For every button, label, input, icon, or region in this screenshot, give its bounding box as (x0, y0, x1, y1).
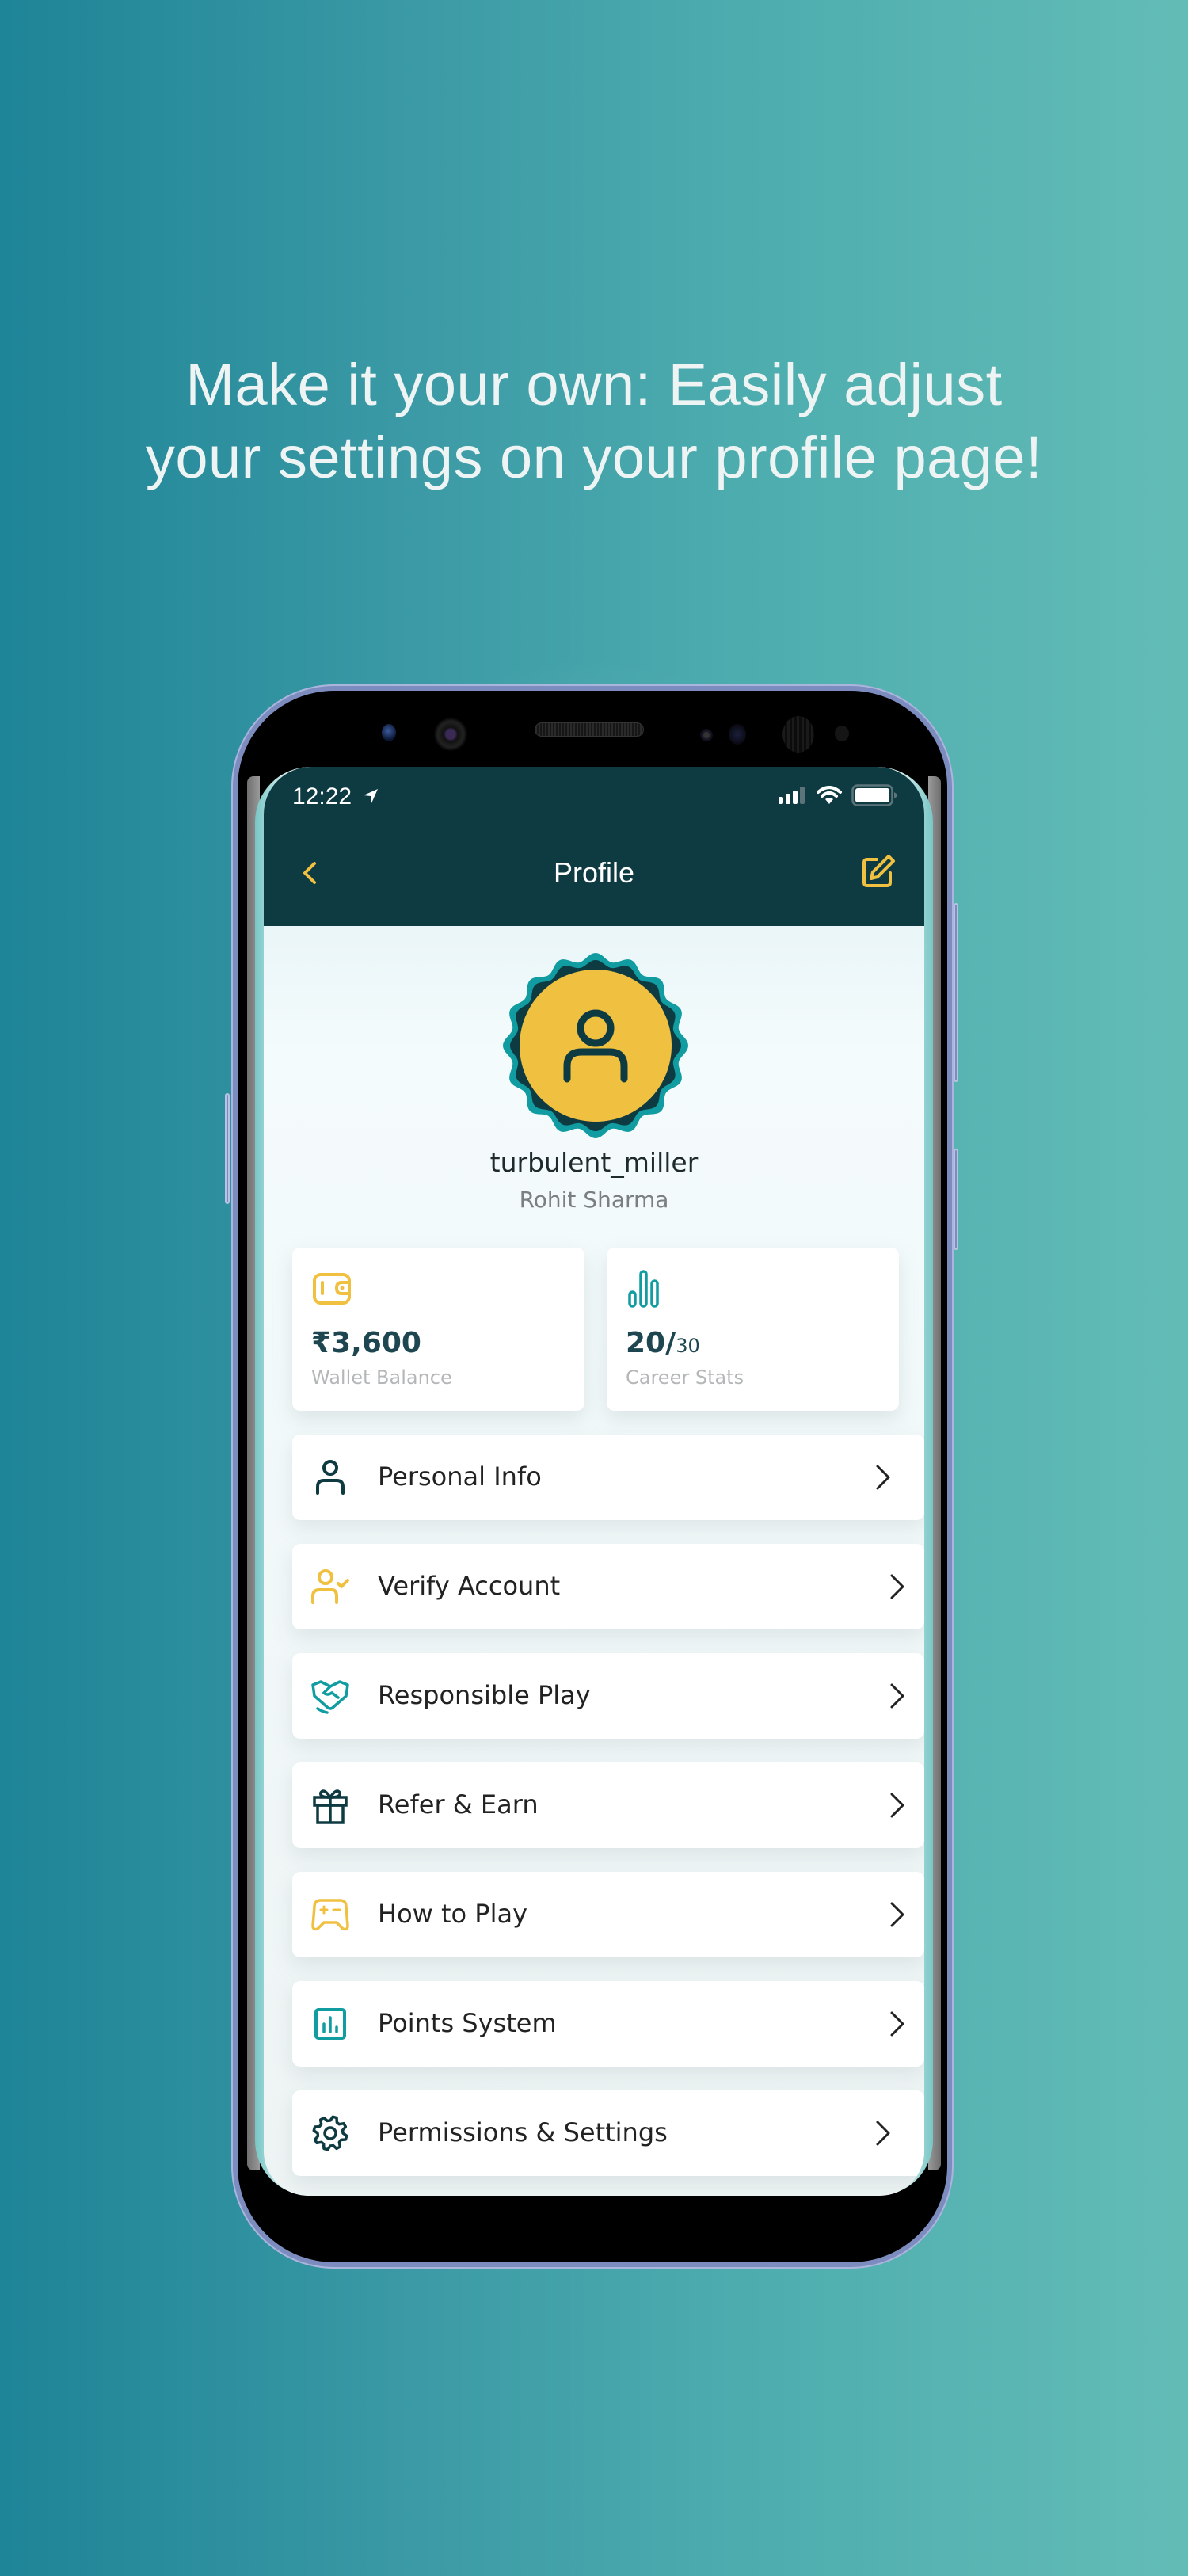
chevron-right-icon (890, 2011, 904, 2037)
chevron-right-icon (890, 1902, 904, 1927)
chevron-right-icon (890, 1793, 904, 1818)
career-stats-total: 30 (676, 1335, 700, 1357)
menu-item-how-to-play[interactable]: How to Play (292, 1872, 924, 1957)
bar-chart-icon (628, 1270, 659, 1308)
gamepad-icon (311, 1899, 349, 1931)
status-bar-icons (779, 784, 897, 806)
menu-item-refer-earn[interactable]: Refer & Earn (292, 1762, 924, 1848)
menu-label: Permissions & Settings (378, 2117, 668, 2147)
menu-label: Verify Account (378, 1571, 561, 1601)
phone-side-button (954, 903, 958, 1082)
top-app-bar: 12:22 Profile (264, 767, 924, 926)
career-stats-played: 20/ (626, 1327, 676, 1359)
headline-line-2: your settings on your profile page! (145, 425, 1043, 490)
headline-line-1: Make it your own: Easily adjust (185, 352, 1003, 417)
career-stats-card[interactable]: 20/30 Career Stats (607, 1248, 899, 1411)
sensor-icon (835, 726, 849, 741)
page-title: Profile (553, 856, 635, 889)
battery-icon (851, 784, 897, 806)
menu-item-personal-info[interactable]: Personal Info (292, 1435, 924, 1520)
status-bar-time: 12:22 (292, 781, 380, 813)
menu-label: How to Play (378, 1899, 528, 1929)
user-icon (316, 1460, 345, 1495)
career-stats-value: 20/30 (626, 1325, 700, 1364)
wallet-balance-label: Wallet Balance (311, 1366, 452, 1389)
chart-box-icon (314, 2008, 346, 2040)
sensor-icon (729, 724, 746, 745)
avatar[interactable] (501, 951, 691, 1141)
edit-profile-button[interactable] (859, 852, 897, 890)
menu-item-permissions-settings[interactable]: Permissions & Settings (292, 2090, 924, 2176)
username: turbulent_miller (489, 1147, 699, 1178)
front-camera-icon (434, 718, 467, 751)
avatar-badge (503, 953, 688, 1138)
handshake-icon (311, 1680, 349, 1714)
menu-label: Points System (378, 2008, 557, 2038)
time-text: 12:22 (292, 783, 352, 810)
menu-label: Refer & Earn (378, 1789, 539, 1820)
phone-side-button (225, 1093, 230, 1204)
chevron-right-icon (876, 2121, 890, 2146)
career-stats-label: Career Stats (626, 1366, 744, 1389)
sensor-icon (382, 724, 396, 741)
iris-scanner-icon (782, 716, 814, 753)
chevron-right-icon (876, 1465, 890, 1490)
menu-label: Responsible Play (378, 1680, 591, 1710)
location-arrow-icon (364, 789, 379, 803)
user-check-icon (311, 1569, 349, 1604)
edit-icon (862, 855, 895, 887)
menu-item-verify-account[interactable]: Verify Account (292, 1544, 924, 1629)
menu-item-responsible-play[interactable]: Responsible Play (292, 1653, 924, 1739)
wallet-balance-value: ₹3,600 (311, 1325, 421, 1362)
menu-item-points-system[interactable]: Points System (292, 1981, 924, 2067)
wifi-icon (817, 786, 842, 804)
menu-label: Personal Info (378, 1461, 542, 1492)
chevron-right-icon (890, 1683, 904, 1709)
sensor-icon (700, 729, 713, 741)
gear-icon (312, 2115, 348, 2151)
cellular-signal-icon (779, 787, 805, 804)
promo-headline: Make it your own: Easily adjust your set… (0, 349, 1188, 494)
wallet-balance-card[interactable]: ₹3,600 Wallet Balance (292, 1248, 584, 1411)
wallet-icon (313, 1273, 351, 1305)
phone-side-button (954, 1149, 958, 1250)
gift-icon (313, 1789, 348, 1824)
app-screen: 12:22 Profile turbulent_miller Rohit Sha… (264, 767, 924, 2196)
chevron-right-icon (890, 1574, 904, 1599)
earpiece-speaker (535, 722, 644, 737)
wallet-balance-amount: ₹3,600 (311, 1327, 421, 1359)
full-name: Rohit Sharma (519, 1187, 669, 1213)
